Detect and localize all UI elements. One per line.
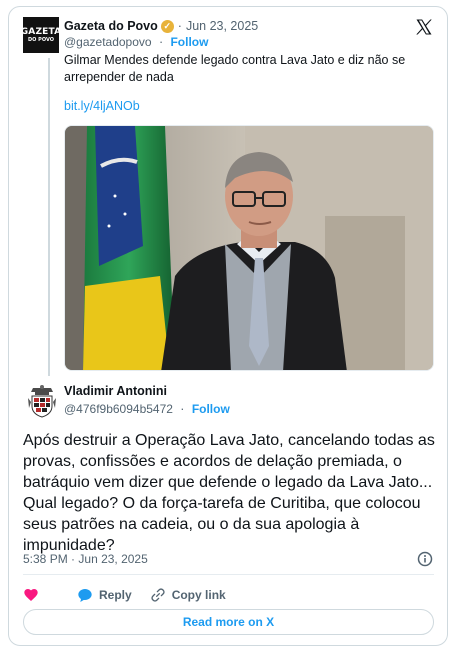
logo-text-top: GAZETA [20, 26, 62, 37]
separator-dot: · [177, 19, 182, 33]
quoted-post-link[interactable]: bit.ly/4ljANOb [64, 99, 140, 113]
post-date: Jun 23, 2025 [78, 552, 148, 566]
logo-text-bottom: DO POVO [28, 36, 54, 43]
photo-illustration [65, 126, 433, 370]
quoted-post-text: Gilmar Mendes defende legado contra Lava… [64, 53, 406, 84]
quoted-date[interactable]: Jun 23, 2025 [186, 19, 258, 33]
action-bar: Reply Copy link [23, 585, 226, 605]
divider [23, 574, 434, 575]
quoted-post-image[interactable] [64, 125, 434, 371]
reply-button[interactable]: Reply [77, 587, 132, 603]
gazeta-do-povo-avatar[interactable]: GAZETA DO POVO [20, 17, 62, 53]
quoted-header: Gazeta do Povo ✓ · Jun 23, 2025 [64, 17, 258, 35]
info-icon[interactable] [417, 551, 433, 567]
follow-quoted-button[interactable]: Follow [170, 35, 208, 49]
verified-badge-icon: ✓ [160, 19, 174, 33]
crest-avatar-icon[interactable] [27, 384, 57, 418]
read-more-button[interactable]: Read more on X [23, 609, 434, 635]
link-icon [151, 588, 165, 602]
heart-icon [24, 589, 38, 601]
x-logo-icon[interactable] [415, 18, 433, 36]
reply-label: Reply [99, 588, 132, 602]
separator-dot: · [158, 35, 164, 49]
post-text: Após destruir a Operação Lava Jato, canc… [23, 432, 435, 554]
follow-author-button[interactable]: Follow [192, 402, 230, 416]
post-time: 5:38 PM [23, 552, 68, 566]
quoted-handle[interactable]: @gazetadopovo [64, 35, 152, 49]
separator-dot: · [180, 402, 185, 416]
post-timestamp[interactable]: 5:38 PM · Jun 23, 2025 [23, 552, 148, 566]
quoted-author-name[interactable]: Gazeta do Povo [64, 19, 158, 33]
like-button[interactable] [23, 587, 45, 603]
author-name[interactable]: Vladimir Antonini [64, 384, 167, 398]
reply-bubble-icon [78, 589, 92, 602]
embedded-post-card: GAZETA DO POVO Gazeta do Povo ✓ · Jun 23… [8, 6, 448, 646]
copy-link-button[interactable]: Copy link [150, 587, 226, 603]
quoted-handle-row: @gazetadopovo · Follow [64, 35, 208, 51]
author-handle-row: @476f9b6094b5472 · Follow [64, 402, 230, 416]
copy-link-label: Copy link [171, 588, 226, 602]
author-handle[interactable]: @476f9b6094b5472 [64, 402, 173, 416]
thread-connector-line [48, 58, 50, 376]
